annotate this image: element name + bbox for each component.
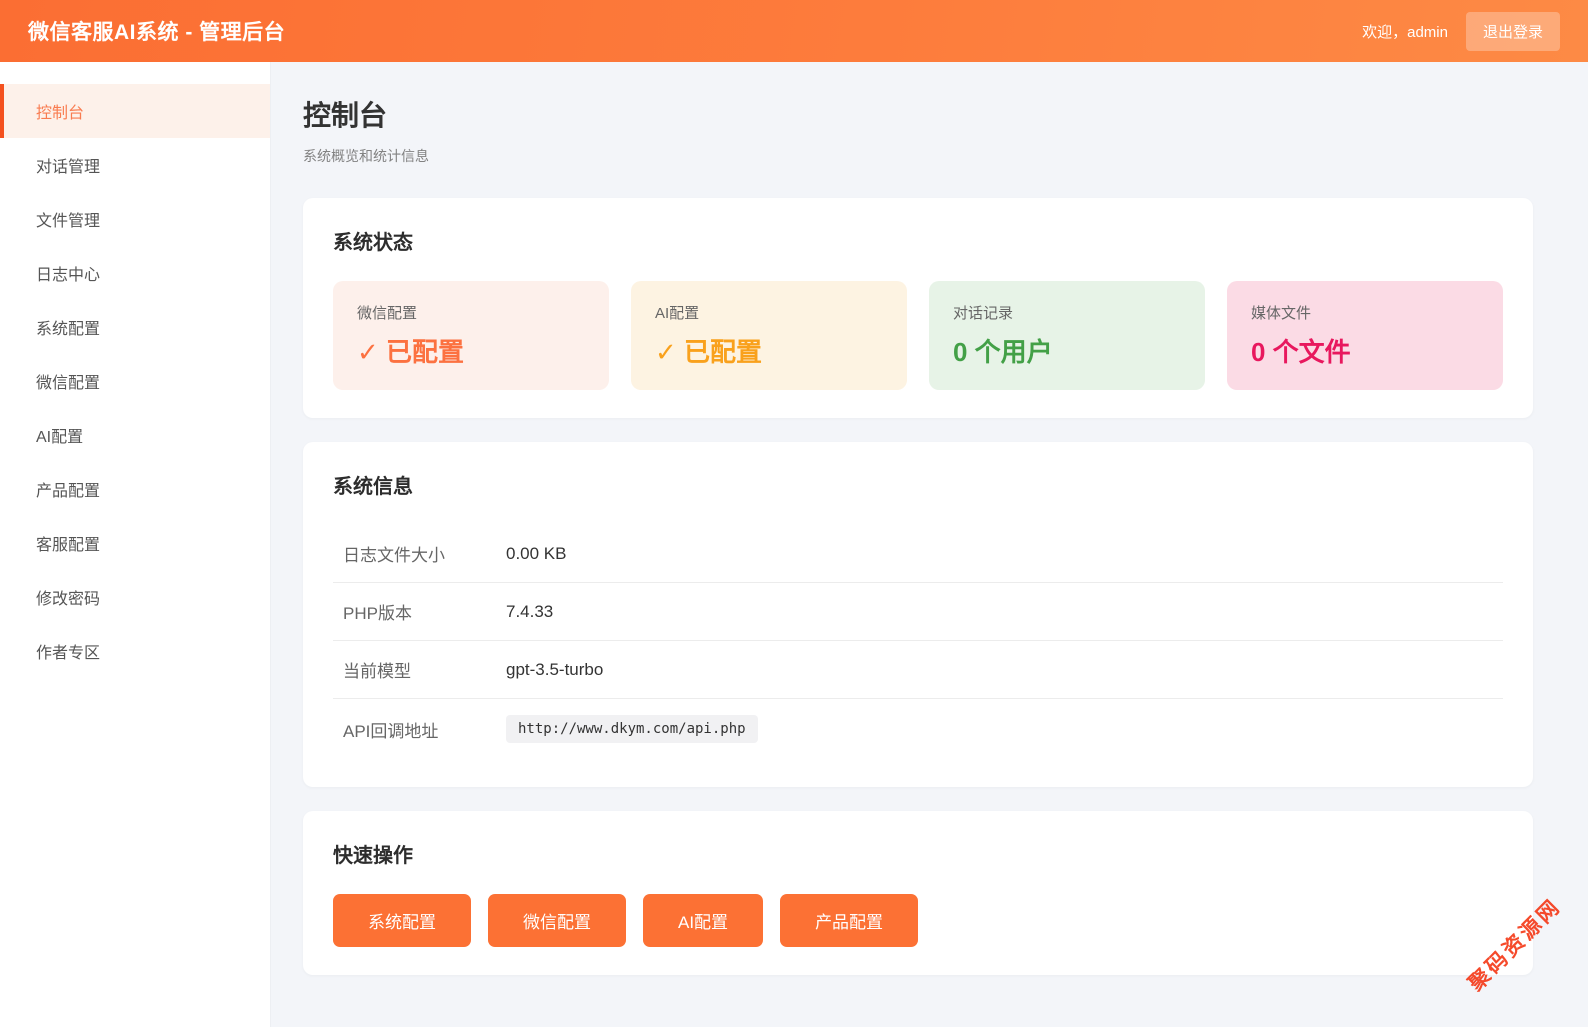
sidebar-item-8[interactable]: 产品配置 xyxy=(0,462,270,516)
quick-actions-row: 系统配置 微信配置 AI配置 产品配置 xyxy=(333,894,1503,947)
system-status-card: 系统状态 微信配置 ✓ 已配置 AI配置 ✓ 已配置 对话记录 0 个用户 媒体文件 0 个文… xyxy=(303,198,1533,418)
status-box-1: 微信配置 ✓ 已配置 xyxy=(333,281,609,390)
status-value: ✓ 已配置 xyxy=(655,337,763,367)
info-row-4: API回调地址 http://www.dkym.com/api.php xyxy=(333,699,1503,759)
sidebar-item-6[interactable]: 微信配置 xyxy=(0,354,270,408)
status-grid: 微信配置 ✓ 已配置 AI配置 ✓ 已配置 对话记录 0 个用户 媒体文件 0 个文件 xyxy=(333,281,1503,390)
info-label: PHP版本 xyxy=(343,604,412,623)
sidebar-item-1[interactable]: 控制台 xyxy=(0,84,270,138)
sidebar-item-10[interactable]: 修改密码 xyxy=(0,570,270,624)
system-info-heading: 系统信息 xyxy=(333,476,413,498)
info-value: http://www.dkym.com/api.php xyxy=(506,715,758,743)
welcome-text: 欢迎，admin xyxy=(1362,23,1448,41)
quick-action-button-1[interactable]: 系统配置 xyxy=(333,894,471,947)
status-value: ✓ 已配置 xyxy=(357,337,465,367)
top-header: 微信客服AI系统 - 管理后台 欢迎，admin 退出登录 xyxy=(0,0,1588,62)
info-label: 日志文件大小 xyxy=(343,546,445,565)
system-info-card: 系统信息 日志文件大小 0.00 KB PHP版本 7.4.33 当前模型 gpt-3.5… xyxy=(303,442,1533,787)
quick-action-button-3[interactable]: AI配置 xyxy=(643,894,764,947)
quick-action-button-2[interactable]: 微信配置 xyxy=(488,894,626,947)
status-value: 0 个文件 xyxy=(1251,337,1351,367)
sidebar-item-9[interactable]: 客服配置 xyxy=(0,516,270,570)
layout: 控制台 对话管理 文件管理 日志中心 系统配置 微信配置 AI配置 产品配置 客服配置 修改密码作… xyxy=(0,62,1588,1027)
sidebar-item-7[interactable]: AI配置 xyxy=(0,408,270,462)
page-title: 控制台 xyxy=(303,100,388,131)
info-row-3: 当前模型 gpt-3.5-turbo xyxy=(333,641,1503,699)
info-row-1: 日志文件大小 0.00 KB xyxy=(333,525,1503,583)
info-table: 日志文件大小 0.00 KB PHP版本 7.4.33 当前模型 gpt-3.5-turb… xyxy=(333,525,1503,759)
app-title: 微信客服AI系统 - 管理后台 xyxy=(28,21,286,44)
status-label: 微信配置 xyxy=(357,305,418,322)
status-label: 对话记录 xyxy=(953,305,1014,322)
status-box-3: 对话记录 0 个用户 xyxy=(929,281,1205,390)
sidebar-item-2[interactable]: 对话管理 xyxy=(0,138,270,192)
quick-action-button-4[interactable]: 产品配置 xyxy=(780,894,919,947)
header-right: 欢迎，admin 退出登录 xyxy=(1362,11,1560,51)
info-value: 7.4.33 xyxy=(506,601,554,621)
page-subtitle: 系统概览和统计信息 xyxy=(303,148,429,164)
system-status-heading: 系统状态 xyxy=(333,232,413,254)
info-label: API回调地址 xyxy=(343,721,439,741)
status-box-4: 媒体文件 0 个文件 xyxy=(1227,281,1503,390)
sidebar-item-5[interactable]: 系统配置 xyxy=(0,300,270,354)
sidebar-item-11[interactable]: 作者专区 xyxy=(0,624,270,678)
quick-actions-card: 快速操作 系统配置 微信配置 AI配置 产品配置 xyxy=(303,811,1533,975)
info-label: 当前模型 xyxy=(343,662,411,681)
info-value: gpt-3.5-turbo xyxy=(506,659,604,679)
sidebar-item-4[interactable]: 日志中心 xyxy=(0,246,270,300)
info-row-2: PHP版本 7.4.33 xyxy=(333,583,1503,641)
sidebar-nav: 控制台 对话管理 文件管理 日志中心 系统配置 微信配置 AI配置 产品配置 客服配置 修改密码作… xyxy=(0,62,271,1027)
sidebar-item-3[interactable]: 文件管理 xyxy=(0,192,270,246)
status-value: 0 个用户 xyxy=(953,337,1053,367)
status-label: 媒体文件 xyxy=(1251,305,1312,322)
quick-actions-heading: 快速操作 xyxy=(333,845,413,867)
info-value: 0.00 KB xyxy=(506,543,567,563)
status-label: AI配置 xyxy=(655,305,700,322)
main-content: 控制台 系统概览和统计信息 系统状态 微信配置 ✓ 已配置 AI配置 ✓ 已配置 对话记… xyxy=(271,62,1588,1027)
logout-button[interactable]: 退出登录 xyxy=(1465,11,1560,51)
status-box-2: AI配置 ✓ 已配置 xyxy=(631,281,907,390)
